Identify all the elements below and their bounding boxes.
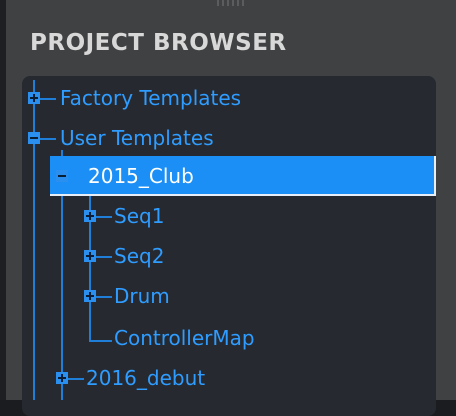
panel-title: PROJECT BROWSER (30, 30, 287, 56)
expand-icon[interactable] (56, 372, 68, 384)
tree-item-label: 2015_Club (88, 164, 194, 188)
tree-item-label: Seq2 (114, 244, 165, 268)
tree-item-label: User Templates (60, 126, 214, 150)
panel-edge (0, 0, 6, 400)
resize-grip[interactable] (200, 0, 260, 8)
tree-item-label: Seq1 (114, 204, 165, 228)
project-browser-panel: PROJECT BROWSER Factory Templates User T… (0, 0, 456, 416)
tree-item-label: ControllerMap (114, 326, 255, 350)
tree-item-label: Drum (114, 284, 170, 308)
expand-icon[interactable] (84, 290, 96, 302)
collapse-icon[interactable] (56, 170, 68, 182)
tree-line (33, 80, 35, 400)
tree-item-2015-club[interactable]: 2015_Club (50, 156, 436, 196)
expand-icon[interactable] (84, 250, 96, 262)
tree-item-label: 2016_debut (86, 366, 206, 390)
expand-icon[interactable] (28, 92, 40, 104)
tree-item-label: Factory Templates (60, 86, 242, 110)
tree-line (90, 340, 112, 342)
expand-icon[interactable] (84, 210, 96, 222)
collapse-icon[interactable] (28, 132, 40, 144)
